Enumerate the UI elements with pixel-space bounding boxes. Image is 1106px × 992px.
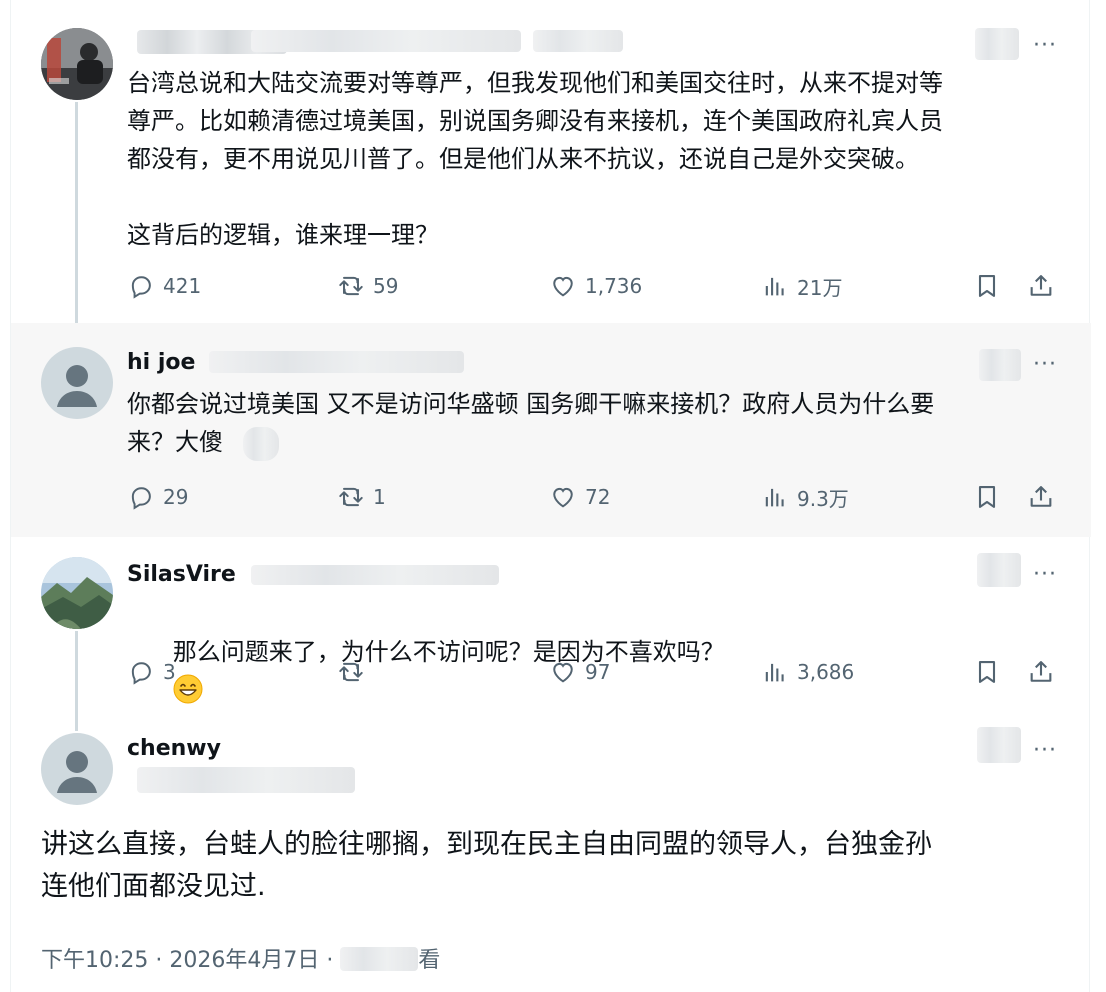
timestamp-redacted (977, 553, 1021, 587)
retweet-count: 1 (373, 485, 386, 509)
reply-count: 29 (163, 485, 189, 509)
avatar[interactable] (41, 557, 113, 629)
like-count: 1,736 (585, 274, 643, 298)
like-icon (553, 276, 573, 297)
bookmark-icon (978, 486, 996, 508)
bookmark-button[interactable] (973, 657, 1009, 687)
views-label: 看 (418, 948, 441, 973)
timestamp-redacted (975, 28, 1019, 60)
like-icon (553, 487, 573, 508)
follow-redacted (977, 727, 1021, 763)
post-3[interactable]: SilasVire ··· 那么问题来了，为什么不访问呢？是因为不喜欢吗？ 3 (11, 537, 1091, 731)
reply-icon (131, 276, 151, 299)
view-count-redacted (340, 947, 419, 971)
reply-icon (131, 662, 151, 685)
default-avatar-icon (41, 733, 113, 805)
share-icon (1030, 486, 1052, 507)
post-meta: 下午10:25 · 2026年4月7日 · 看 (41, 946, 440, 976)
more-icon[interactable]: ··· (1033, 564, 1057, 586)
views-button[interactable]: 9.3万 (761, 482, 849, 512)
retweet-button[interactable] (337, 657, 373, 687)
conversation-thread: ··· 台湾总说和大陆交流要对等尊严，但我发现他们和美国交往时，从来不提对等 尊… (10, 0, 1091, 992)
avatar-photo (41, 28, 113, 100)
post-1[interactable]: ··· 台湾总说和大陆交流要对等尊严，但我发现他们和美国交往时，从来不提对等 尊… (11, 0, 1091, 340)
avatar-photo (41, 557, 113, 629)
views-count: 21万 (797, 275, 843, 300)
views-button[interactable]: 21万 (761, 271, 842, 301)
bookmark-button[interactable] (973, 482, 1009, 512)
default-avatar-icon (41, 347, 113, 419)
handle-redacted (209, 351, 464, 373)
like-icon (553, 662, 573, 683)
like-count: 97 (585, 660, 611, 684)
avatar[interactable] (41, 28, 113, 100)
like-count: 72 (585, 485, 611, 509)
bookmark-button[interactable] (973, 271, 1009, 301)
share-icon (1030, 661, 1052, 682)
retweet-button[interactable]: 1 (337, 482, 386, 512)
reply-count: 3 (163, 660, 176, 684)
post-2[interactable]: hi joe ··· 你都会说过境美国 又不是访问华盛顿 国务卿干嘛来接机？政府… (11, 323, 1091, 537)
bookmark-icon (978, 661, 996, 683)
avatar[interactable] (41, 347, 113, 419)
reply-button[interactable]: 3 (127, 657, 176, 687)
views-icon (765, 277, 784, 296)
handle-redacted (533, 30, 623, 52)
bookmark-icon (978, 275, 996, 297)
display-name[interactable]: hi joe (127, 349, 195, 377)
share-button[interactable] (1027, 271, 1063, 301)
share-button[interactable] (1027, 657, 1063, 687)
retweet-count: 59 (373, 274, 399, 298)
reply-icon (131, 487, 151, 510)
retweet-icon (339, 276, 363, 296)
thread-line (75, 631, 78, 731)
avatar[interactable] (41, 733, 113, 805)
share-icon (1030, 275, 1052, 296)
like-button[interactable]: 97 (549, 657, 610, 687)
more-icon[interactable]: ··· (1033, 740, 1057, 762)
more-icon[interactable]: ··· (1033, 354, 1057, 376)
timestamp-redacted (979, 349, 1021, 381)
views-icon (765, 488, 784, 507)
post-actions: 29 1 72 9.3万 (127, 482, 1057, 512)
post-actions: 3 97 3,686 (127, 657, 1057, 687)
display-name[interactable]: chenwy (127, 735, 221, 763)
reply-button[interactable]: 29 (127, 482, 188, 512)
post-text: 台湾总说和大陆交流要对等尊严，但我发现他们和美国交往时，从来不提对等 尊严。比如… (127, 69, 943, 249)
thread-line (75, 102, 78, 340)
like-button[interactable]: 72 (549, 482, 610, 512)
share-button[interactable] (1027, 482, 1063, 512)
retweet-icon (339, 662, 363, 682)
display-name[interactable]: SilasVire (127, 561, 236, 589)
views-icon (765, 663, 784, 682)
main-post-text: 讲这么直接，台蛙人的脸往哪搁，到现在民主自由同盟的领导人，台独金孙 连他们面都没… (41, 829, 932, 902)
handle-redacted (251, 565, 499, 585)
views-count: 3,686 (797, 660, 855, 684)
handle-redacted (251, 30, 521, 52)
post-timestamp[interactable]: 下午10:25 · 2026年4月7日 · (41, 948, 340, 973)
views-count: 9.3万 (797, 486, 849, 511)
retweet-button[interactable]: 59 (337, 271, 398, 301)
views-button[interactable]: 3,686 (761, 657, 854, 687)
like-button[interactable]: 1,736 (549, 271, 642, 301)
handle-redacted (137, 767, 355, 793)
more-icon[interactable]: ··· (1033, 35, 1057, 57)
post-actions: 421 59 1,736 21万 (127, 271, 1057, 301)
reply-button[interactable]: 421 (127, 271, 201, 301)
reply-count: 421 (163, 274, 202, 298)
retweet-icon (339, 487, 363, 507)
text-redacted (243, 427, 279, 461)
